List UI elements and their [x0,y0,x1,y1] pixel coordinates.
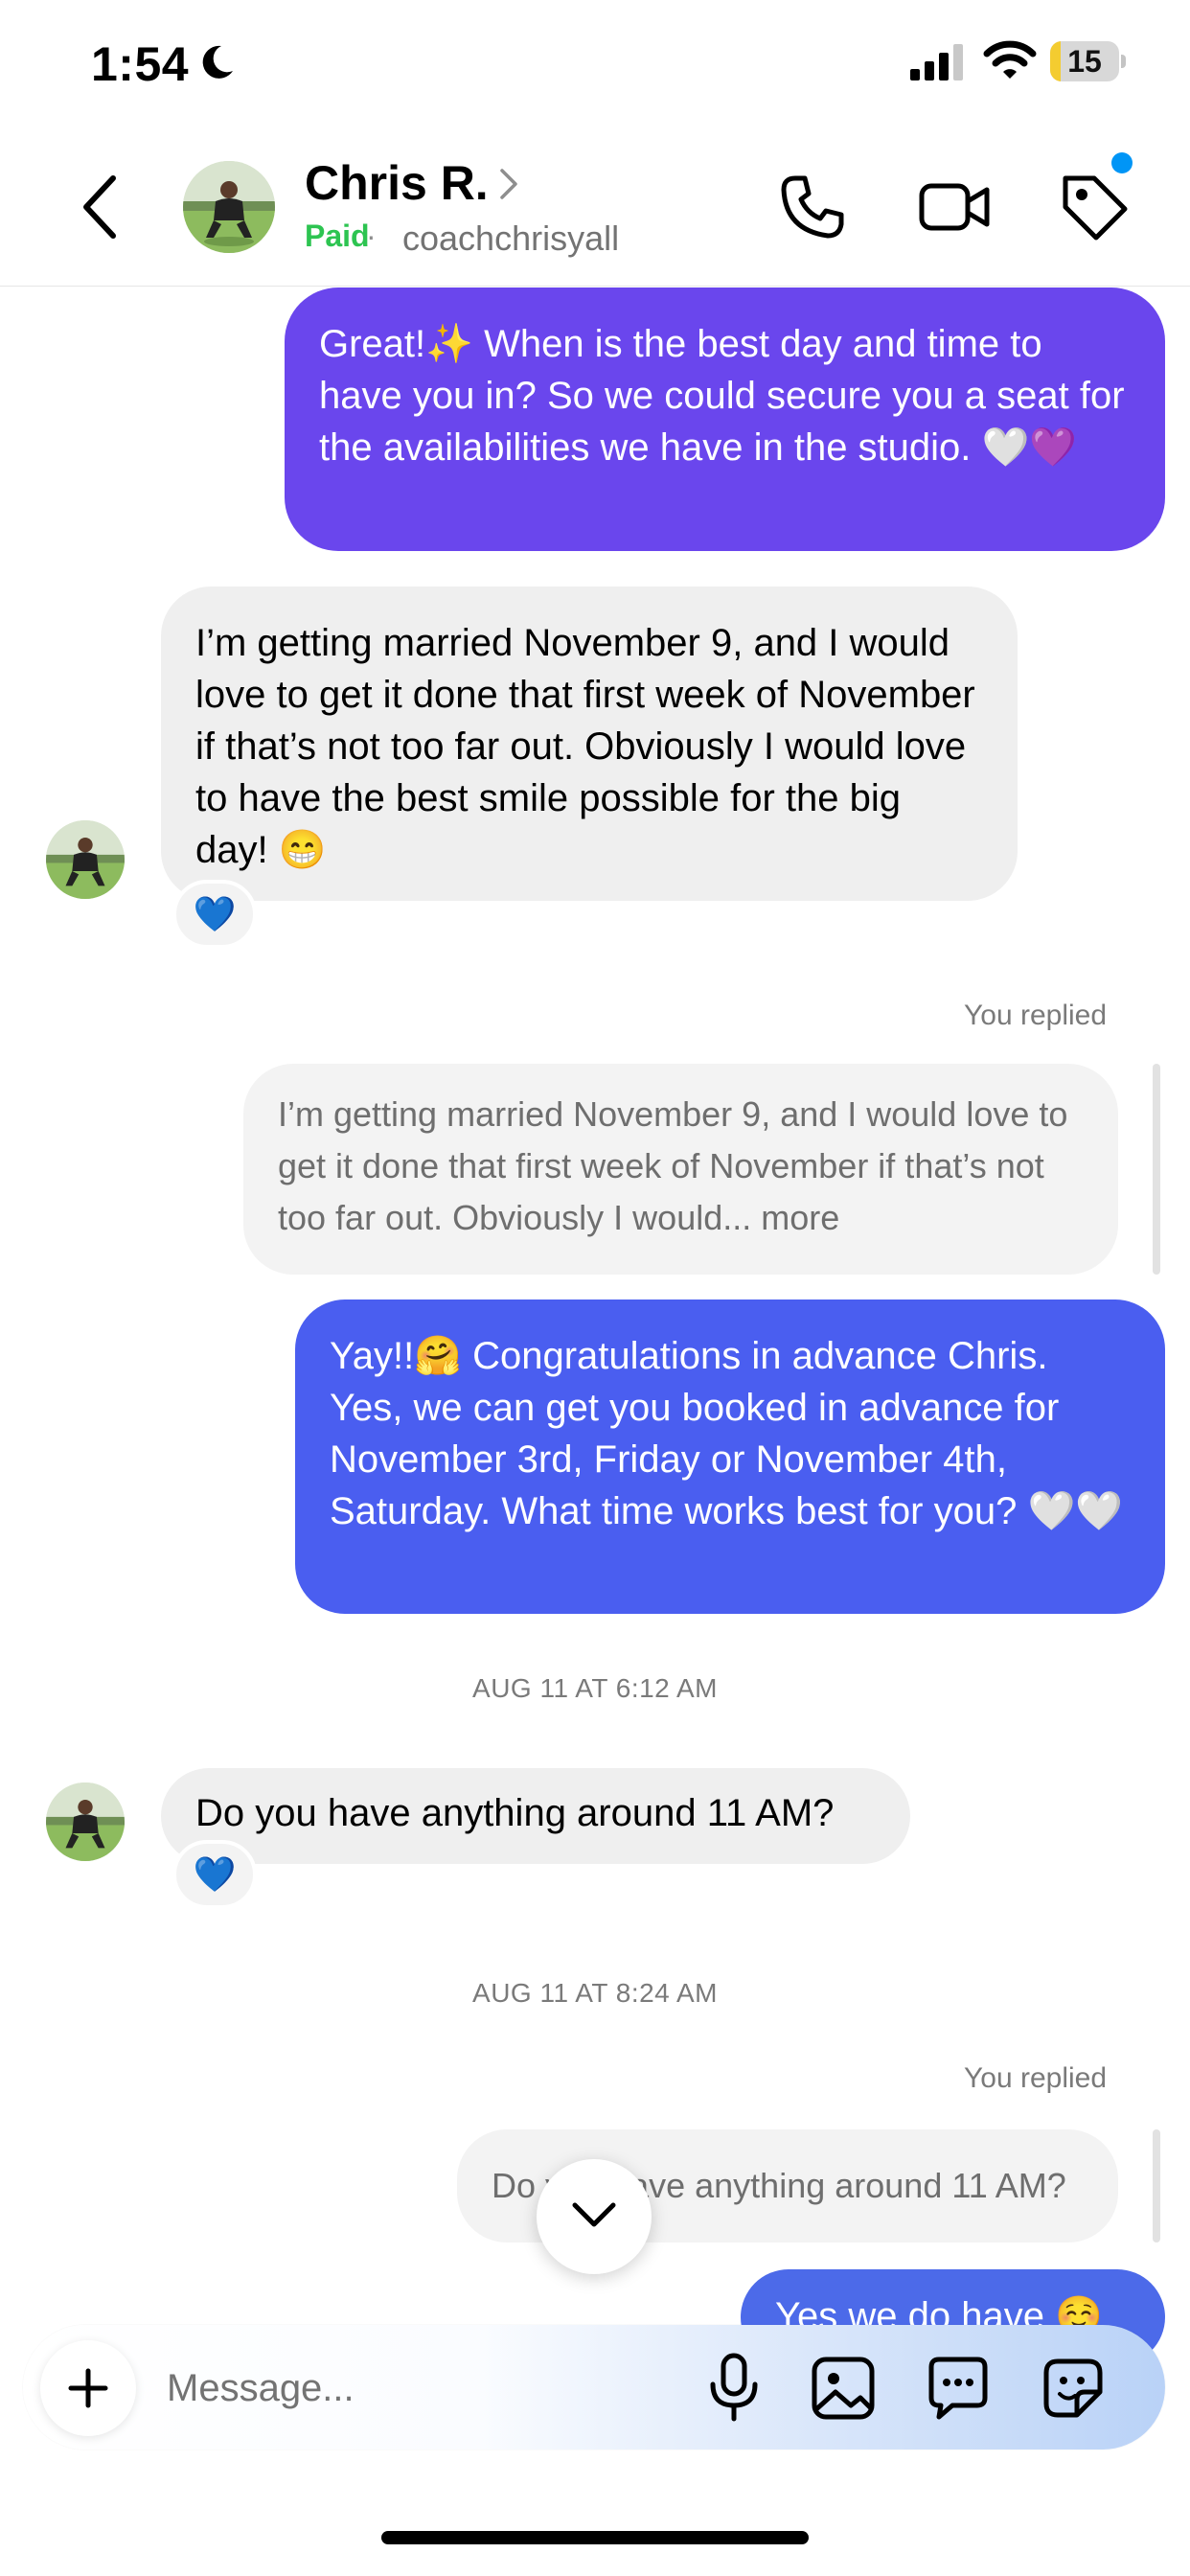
video-camera-icon[interactable] [918,172,991,242]
separator-dot: · [366,218,377,253]
moon-icon [202,45,233,79]
signal-icon [910,44,963,80]
reply-indicator-bar [1153,2129,1160,2242]
username: coachchrisyall [402,218,620,258]
sticker-icon[interactable] [1039,2354,1108,2423]
outgoing-message[interactable]: Great!✨ When is the best day and time to… [285,288,1165,551]
status-time: 1:54 [91,37,190,91]
tag-icon[interactable] [1058,171,1131,243]
avatar[interactable] [183,161,275,253]
reaction-badge[interactable]: 💙 [172,1840,257,1909]
timestamp: AUG 11 AT 6:12 AM [472,1673,718,1703]
avatar[interactable] [46,1782,125,1861]
replied-label: You replied [964,1000,1108,1031]
chat-bubble-icon[interactable] [924,2354,993,2423]
incoming-message[interactable]: I’m getting married November 9, and I wo… [161,586,1018,901]
contact-name[interactable]: Chris R. [305,155,489,211]
chevron-right-icon[interactable] [496,165,521,203]
reaction-badge[interactable]: 💙 [172,880,257,949]
home-indicator [381,2531,809,2544]
phone-icon[interactable] [778,172,847,242]
avatar[interactable] [46,820,125,899]
chevron-down-icon [572,2202,616,2227]
wifi-icon [983,40,1037,79]
battery-icon: 15 [1050,41,1127,81]
quoted-message[interactable]: I’m getting married November 9, and I wo… [243,1064,1118,1275]
plus-icon [68,2368,108,2408]
replied-label: You replied [964,2062,1108,2094]
reaction-emoji: 💙 [193,1854,237,1894]
chat-header [0,144,1190,287]
add-attachment-button[interactable] [40,2340,136,2436]
scroll-to-bottom-button[interactable] [537,2159,652,2274]
gallery-icon[interactable] [809,2354,878,2423]
incoming-message[interactable]: Do you have anything around 11 AM? [161,1768,910,1864]
outgoing-message[interactable]: Yay!!🤗 Congratulations in advance Chris.… [295,1300,1165,1614]
notification-dot [1111,152,1133,173]
timestamp: AUG 11 AT 8:24 AM [472,1978,718,2008]
message-input[interactable] [165,2356,667,2421]
back-chevron-icon[interactable] [77,171,125,243]
paid-label: Paid [305,218,370,253]
microphone-icon[interactable] [707,2352,761,2423]
battery-percent: 15 [1067,44,1102,79]
reaction-emoji: 💙 [193,894,237,933]
reply-indicator-bar [1153,1064,1160,1275]
